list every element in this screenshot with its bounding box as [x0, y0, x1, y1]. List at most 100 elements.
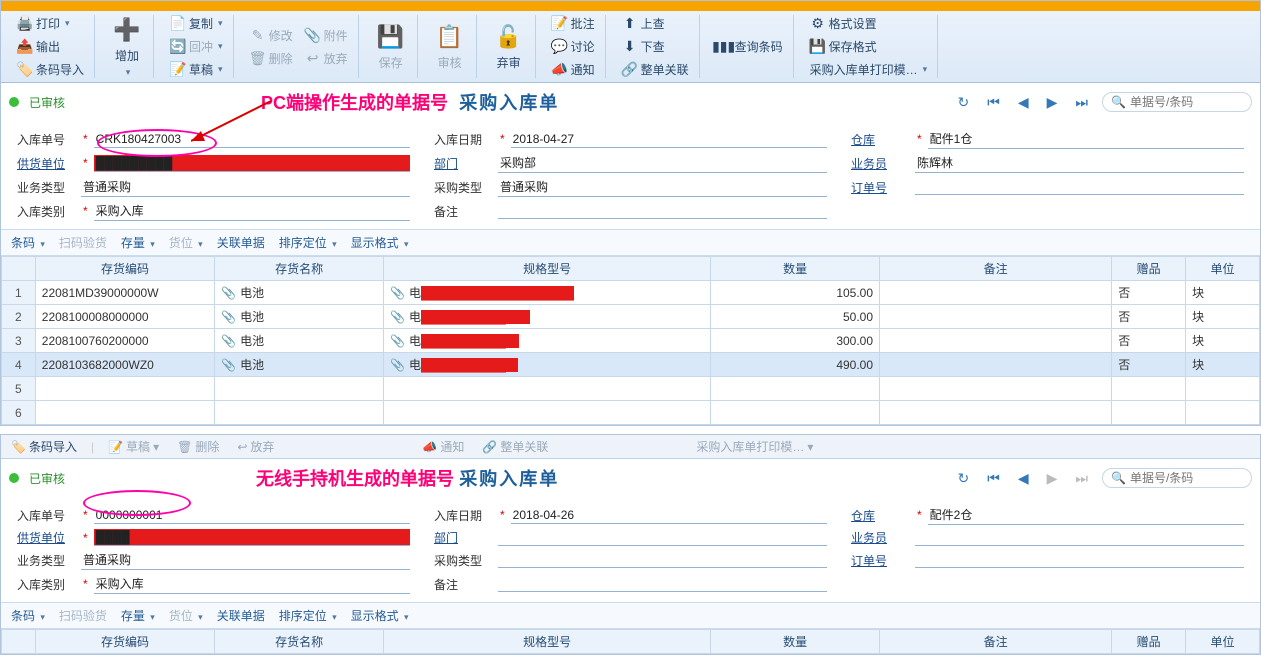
- add-button[interactable]: ➕增加▾: [107, 12, 147, 82]
- abandon-button[interactable]: ↩放弃: [301, 48, 352, 69]
- unaudit-button[interactable]: 🔓弃审: [489, 19, 529, 75]
- col-code[interactable]: 存货编码: [35, 257, 214, 281]
- remark-field[interactable]: [498, 576, 827, 592]
- operator-label[interactable]: 业务员: [851, 529, 911, 546]
- qty-cell[interactable]: 50.00: [711, 305, 880, 329]
- col-name[interactable]: 存货名称: [215, 257, 384, 281]
- first-icon[interactable]: ⏮: [983, 470, 1004, 487]
- col-spec[interactable]: 规格型号: [384, 630, 711, 654]
- tbtn-stock[interactable]: 存量 ▾: [121, 234, 155, 251]
- col-unit[interactable]: 单位: [1186, 257, 1260, 281]
- table-row[interactable]: 5: [2, 377, 1260, 401]
- order-label[interactable]: 订单号: [851, 179, 911, 196]
- unit-cell[interactable]: 块: [1186, 329, 1260, 353]
- remark-cell[interactable]: [880, 353, 1112, 377]
- gift-cell[interactable]: 否: [1112, 305, 1186, 329]
- notify-button[interactable]: 📣 通知: [418, 436, 468, 457]
- col-remark[interactable]: 备注: [880, 630, 1112, 654]
- save-button[interactable]: 💾保存: [371, 19, 411, 75]
- abandon-button[interactable]: ↩ 放弃: [233, 436, 278, 457]
- full-link-button[interactable]: 🔗整单关联: [618, 59, 693, 80]
- next-rec-button[interactable]: ⬇下查: [618, 36, 693, 57]
- rtype-field[interactable]: 采购入库: [94, 201, 410, 221]
- operator-field[interactable]: 陈辉林: [915, 153, 1244, 173]
- print-template-button[interactable]: 采购入库单打印模…▾: [806, 59, 932, 80]
- col-code[interactable]: 存货编码: [35, 630, 214, 654]
- name-cell[interactable]: 📎电池: [215, 329, 384, 353]
- search-input[interactable]: [1130, 471, 1261, 485]
- gift-cell[interactable]: 否: [1112, 281, 1186, 305]
- wh-field[interactable]: 配件2仓: [928, 505, 1244, 525]
- col-name[interactable]: 存货名称: [215, 630, 384, 654]
- vendor-label[interactable]: 供货单位: [17, 529, 77, 546]
- detail-grid[interactable]: 存货编码 存货名称 规格型号 数量 备注 赠品 单位 122081MD39000…: [1, 256, 1260, 425]
- col-qty[interactable]: 数量: [711, 630, 880, 654]
- spec-cell[interactable]: 📎电██████████████████: [384, 281, 711, 305]
- tbtn-disp[interactable]: 显示格式 ▾: [351, 607, 409, 624]
- format-settings-button[interactable]: ⚙格式设置: [806, 13, 932, 34]
- name-cell[interactable]: 📎电池: [215, 305, 384, 329]
- remark-cell[interactable]: [880, 329, 1112, 353]
- remark-field[interactable]: [498, 203, 827, 219]
- tbtn-sort[interactable]: 排序定位 ▾: [279, 607, 337, 624]
- query-barcode-button[interactable]: ▮▮▮查询条码: [712, 36, 787, 57]
- name-cell[interactable]: 📎电池: [215, 281, 384, 305]
- tbtn-bin[interactable]: 货位 ▾: [169, 607, 203, 624]
- modify-button[interactable]: ✎修改: [246, 25, 297, 46]
- tbtn-sort[interactable]: 排序定位 ▾: [279, 234, 337, 251]
- wh-label[interactable]: 仓库: [851, 131, 911, 148]
- date-field[interactable]: 2018-04-27: [511, 131, 827, 148]
- print-template-button[interactable]: 采购入库单打印模… ▾: [692, 436, 817, 457]
- remark-cell[interactable]: [880, 305, 1112, 329]
- col-qty[interactable]: 数量: [711, 257, 880, 281]
- tbtn-barcode[interactable]: 条码 ▾: [11, 234, 45, 251]
- remark-cell[interactable]: [880, 281, 1112, 305]
- rtype-field[interactable]: 采购入库: [94, 574, 410, 594]
- unit-cell[interactable]: 块: [1186, 281, 1260, 305]
- ptype-field[interactable]: [498, 552, 827, 568]
- attachment-button[interactable]: 📎附件: [301, 25, 352, 46]
- prev-icon[interactable]: ◀: [1014, 94, 1033, 111]
- copy-button[interactable]: 📄复制▾: [166, 13, 227, 34]
- tbtn-scan[interactable]: 扫码验货: [59, 607, 107, 624]
- table-row[interactable]: 6: [2, 401, 1260, 425]
- last-icon[interactable]: ⏭: [1071, 94, 1092, 111]
- col-spec[interactable]: 规格型号: [384, 257, 711, 281]
- discuss-button[interactable]: 💬讨论: [548, 36, 599, 57]
- dept-label[interactable]: 部门: [434, 529, 494, 546]
- draft-button[interactable]: 📝 草稿 ▾: [104, 436, 163, 457]
- draft-button[interactable]: 📝草稿▾: [166, 59, 227, 80]
- tbtn-disp[interactable]: 显示格式 ▾: [351, 234, 409, 251]
- last-icon[interactable]: ⏭: [1071, 470, 1092, 487]
- qty-cell[interactable]: 300.00: [711, 329, 880, 353]
- refresh-icon[interactable]: ↻: [953, 470, 973, 487]
- gift-cell[interactable]: 否: [1112, 353, 1186, 377]
- barcode-import-button[interactable]: 🏷️条码导入: [13, 59, 88, 80]
- docno-field[interactable]: 0000000001: [94, 507, 410, 524]
- vendor-field[interactable]: █████████: [94, 155, 410, 172]
- dept-field[interactable]: 采购部: [498, 153, 827, 173]
- col-rownum[interactable]: [2, 257, 36, 281]
- batch-audit-button[interactable]: 📝批注: [548, 13, 599, 34]
- col-remark[interactable]: 备注: [880, 257, 1112, 281]
- code-cell[interactable]: 22081MD39000000W: [35, 281, 214, 305]
- search-input[interactable]: [1130, 95, 1261, 109]
- ptype-field[interactable]: 普通采购: [498, 177, 827, 197]
- order-label[interactable]: 订单号: [851, 552, 911, 569]
- tbtn-linkdoc[interactable]: 关联单据: [217, 234, 265, 251]
- code-cell[interactable]: 2208100008000000: [35, 305, 214, 329]
- offset-button[interactable]: 🔄回冲▾: [166, 36, 227, 57]
- col-rownum[interactable]: [2, 630, 36, 654]
- code-cell[interactable]: 2208100760200000: [35, 329, 214, 353]
- col-unit[interactable]: 单位: [1186, 630, 1260, 654]
- unit-cell[interactable]: 块: [1186, 305, 1260, 329]
- table-row[interactable]: 32208100760200000📎电池📎电██████████20300.00…: [2, 329, 1260, 353]
- tbtn-bin[interactable]: 货位 ▾: [169, 234, 203, 251]
- next-icon[interactable]: ▶: [1043, 94, 1062, 111]
- next-icon[interactable]: ▶: [1043, 470, 1062, 487]
- unit-cell[interactable]: 块: [1186, 353, 1260, 377]
- delete-button[interactable]: 🗑删除: [246, 48, 297, 69]
- prev-rec-button[interactable]: ⬆上查: [618, 13, 693, 34]
- name-cell[interactable]: 📎电池: [215, 353, 384, 377]
- btype-field[interactable]: 普通采购: [81, 177, 410, 197]
